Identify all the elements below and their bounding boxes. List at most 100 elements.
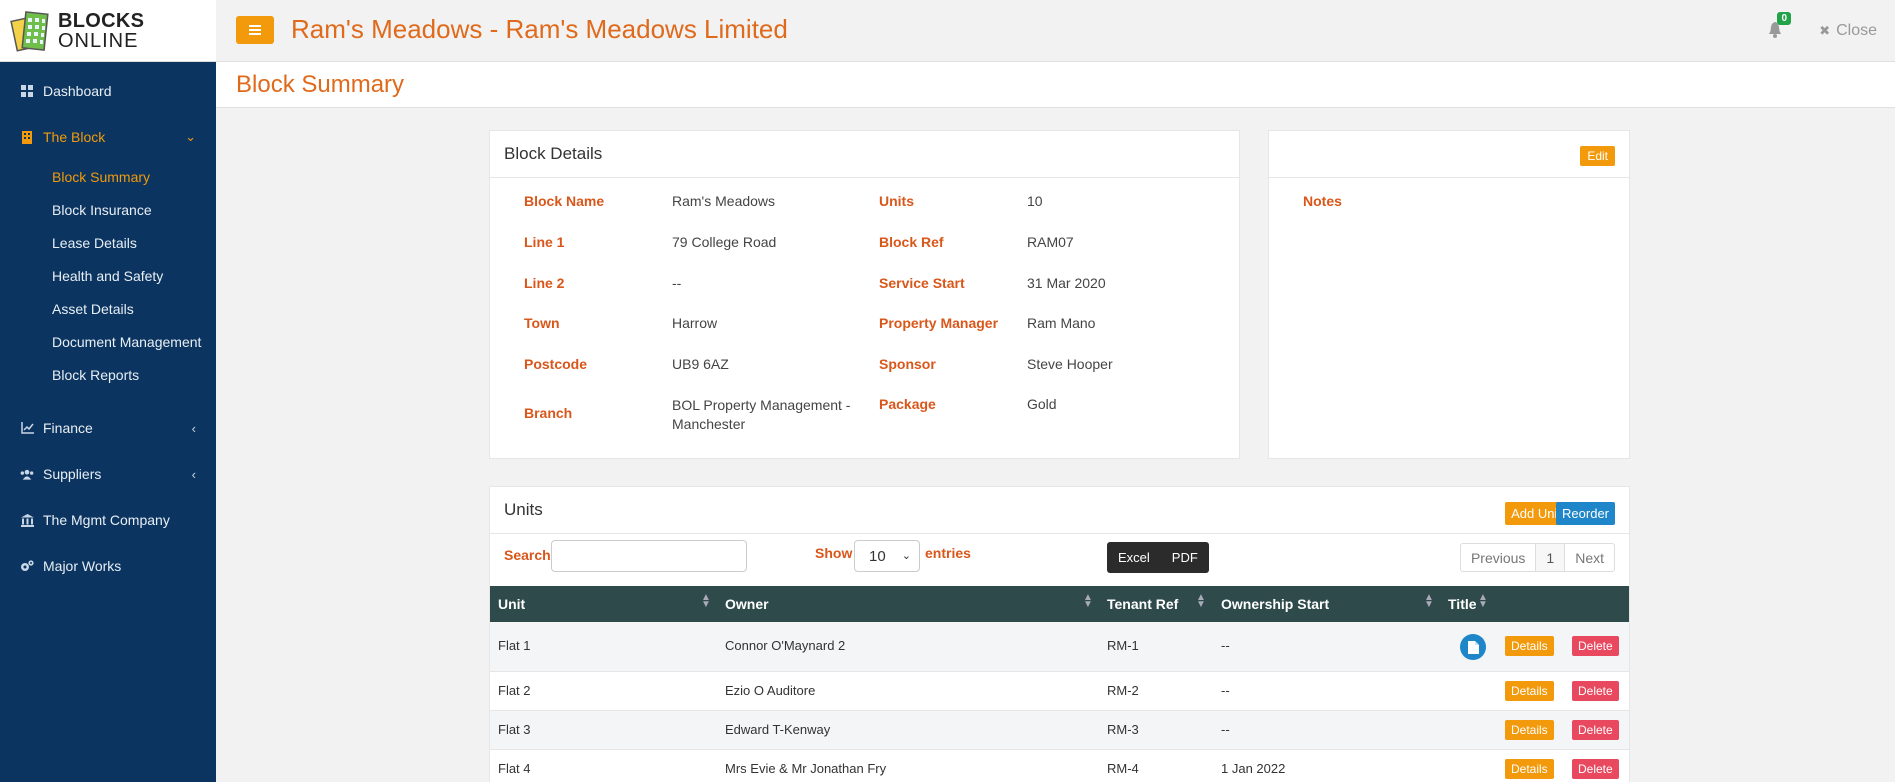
label-block-name: Block Name (524, 193, 605, 209)
label-sponsor: Sponsor (879, 356, 936, 372)
subnav-block-reports[interactable]: Block Reports (0, 358, 216, 391)
reorder-button[interactable]: Reorder (1556, 502, 1615, 525)
value-property-manager: Ram Mano (1027, 315, 1096, 331)
subnav-health-and-safety[interactable]: Health and Safety (0, 259, 216, 292)
pagination-previous[interactable]: Previous (1461, 544, 1537, 571)
show-label: Show (815, 545, 853, 561)
document-icon[interactable] (1460, 634, 1486, 660)
sidebar-item-dashboard[interactable]: Dashboard (0, 68, 216, 114)
pagination-next[interactable]: Next (1565, 544, 1614, 571)
sort-icon[interactable]: ▲ ▼ (1083, 593, 1093, 610)
cell-owner: Ezio O Auditore (725, 683, 816, 698)
cell-unit: Flat 1 (498, 638, 531, 653)
details-button[interactable]: Details (1505, 759, 1554, 779)
sidebar-item-label: The Mgmt Company (43, 512, 170, 528)
page-title: Block Summary (236, 71, 405, 98)
table-row: Flat 4 Mrs Evie & Mr Jonathan Fry RM-4 1… (490, 750, 1629, 782)
label-line2: Line 2 (524, 275, 565, 291)
entries-label: entries (925, 545, 971, 561)
sidebar-item-finance[interactable]: Finance ‹ (0, 405, 216, 451)
label-line1: Line 1 (524, 234, 565, 250)
cogs-icon (20, 559, 34, 573)
cell-tenant-ref: RM-4 (1107, 761, 1139, 776)
subnav-document-management[interactable]: Document Management (0, 325, 216, 358)
delete-button[interactable]: Delete (1572, 636, 1619, 656)
value-block-name: Ram's Meadows (672, 193, 776, 209)
column-header-ownership-start[interactable]: Ownership Start (1221, 596, 1329, 612)
page-header: Block Summary (216, 62, 1895, 108)
value-sponsor: Steve Hooper (1027, 356, 1113, 372)
pagination-page-1[interactable]: 1 (1536, 544, 1566, 571)
cell-tenant-ref: RM-2 (1107, 683, 1139, 698)
sort-icon[interactable]: ▲ ▼ (1424, 593, 1434, 610)
logo[interactable]: BLOCKS ONLINE (0, 0, 216, 62)
bank-icon (20, 513, 34, 527)
notes-panel-header: Edit (1269, 131, 1629, 178)
label-units: Units (879, 193, 914, 209)
chevron-down-icon: ⌄ (901, 550, 911, 562)
subnav-block-insurance[interactable]: Block Insurance (0, 193, 216, 226)
sidebar-item-label: The Block (43, 129, 106, 145)
column-header-unit[interactable]: Unit (498, 596, 525, 612)
logo-line2: ONLINE (58, 29, 139, 52)
column-header-tenant-ref[interactable]: Tenant Ref (1107, 596, 1178, 612)
value-branch: BOL Property Management - Manchester (672, 397, 851, 432)
close-label: Close (1836, 22, 1877, 39)
table-row: Flat 1 Connor O'Maynard 2 RM-1 -- Detail… (490, 622, 1629, 672)
cell-ownership-start: -- (1221, 638, 1230, 653)
details-button[interactable]: Details (1505, 681, 1554, 701)
line-chart-icon (20, 421, 34, 435)
cell-unit: Flat 3 (498, 722, 531, 737)
chevron-left-icon: ‹ (191, 420, 196, 436)
pdf-export-button[interactable]: PDF (1161, 542, 1209, 573)
subnav-asset-details[interactable]: Asset Details (0, 292, 216, 325)
sidebar-item-mgmt-company[interactable]: The Mgmt Company (0, 497, 216, 543)
chevron-down-icon: ⌄ (185, 129, 196, 144)
close-icon: ✖ (1819, 23, 1831, 38)
label-branch: Branch (524, 405, 573, 421)
units-table-header: Unit ▲ ▼ Owner ▲ ▼ Tenant Ref ▲ ▼ Ownership… (490, 586, 1629, 622)
building-icon (20, 130, 34, 144)
edit-button[interactable]: Edit (1580, 146, 1615, 166)
table-row: Flat 2 Ezio O Auditore RM-2 -- Details D… (490, 672, 1629, 711)
value-package: Gold (1027, 396, 1057, 412)
label-service-start: Service Start (879, 275, 965, 291)
cell-tenant-ref: RM-3 (1107, 722, 1139, 737)
units-panel: Units Add Unit Reorder Search Show 10 ⌄ … (489, 486, 1630, 782)
block-details-heading: Block Details (490, 131, 1239, 178)
notification-count-badge: 0 (1777, 12, 1791, 25)
label-postcode: Postcode (524, 356, 588, 372)
sort-icon[interactable]: ▲ ▼ (701, 593, 711, 610)
table-row: Flat 3 Edward T-Kenway RM-3 -- Details D… (490, 711, 1629, 750)
value-units: 10 (1027, 193, 1043, 209)
units-heading: Units (504, 500, 543, 519)
subnav-lease-details[interactable]: Lease Details (0, 226, 216, 259)
notes-label: Notes (1303, 193, 1342, 209)
value-block-ref: RAM07 (1027, 234, 1074, 250)
notes-panel: Edit Notes (1268, 130, 1630, 459)
delete-button[interactable]: Delete (1572, 681, 1619, 701)
sort-icon[interactable]: ▲ ▼ (1196, 593, 1206, 610)
delete-button[interactable]: Delete (1572, 720, 1619, 740)
details-button[interactable]: Details (1505, 720, 1554, 740)
cell-ownership-start: -- (1221, 722, 1230, 737)
value-service-start: 31 Mar 2020 (1027, 275, 1106, 291)
delete-button[interactable]: Delete (1572, 759, 1619, 779)
cell-tenant-ref: RM-1 (1107, 638, 1139, 653)
sidebar-item-suppliers[interactable]: Suppliers ‹ (0, 451, 216, 497)
search-input[interactable] (551, 540, 747, 572)
hamburger-menu-button[interactable] (236, 16, 274, 44)
sort-icon[interactable]: ▲ ▼ (1478, 593, 1488, 610)
cell-owner: Mrs Evie & Mr Jonathan Fry (725, 761, 887, 776)
close-button[interactable]: ✖ Close (1819, 22, 1877, 40)
topbar: Ram's Meadows - Ram's Meadows Limited 0 … (216, 0, 1895, 62)
sidebar-item-the-block[interactable]: The Block ⌄ (0, 114, 216, 160)
column-header-title[interactable]: Title (1448, 596, 1477, 612)
column-header-owner[interactable]: Owner (725, 596, 769, 612)
details-button[interactable]: Details (1505, 636, 1554, 656)
excel-export-button[interactable]: Excel (1107, 542, 1161, 573)
subnav-block-summary[interactable]: Block Summary (0, 160, 216, 193)
label-town: Town (524, 315, 560, 331)
sidebar-item-major-works[interactable]: Major Works (0, 543, 216, 589)
entries-select[interactable]: 10 ⌄ (854, 540, 920, 572)
